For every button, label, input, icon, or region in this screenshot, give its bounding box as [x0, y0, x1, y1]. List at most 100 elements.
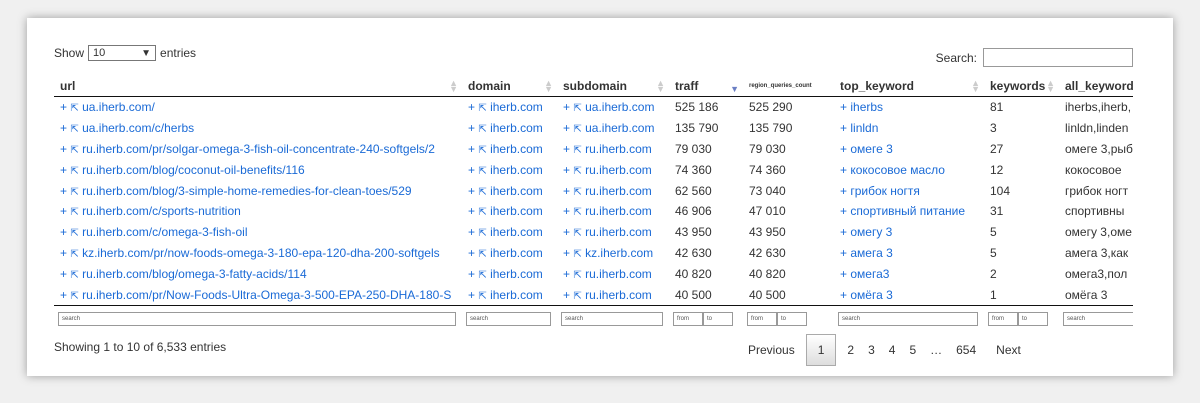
page-button[interactable]: 2 [840, 335, 861, 365]
external-link-icon[interactable]: ⇱ [70, 166, 78, 177]
external-link-icon[interactable]: ⇱ [478, 207, 486, 218]
plus-icon[interactable]: + [468, 246, 475, 260]
plus-icon[interactable]: + [60, 184, 67, 198]
external-link-icon[interactable]: ⇱ [478, 270, 486, 281]
domain-link[interactable]: iherb.com [490, 267, 543, 281]
search-input[interactable] [983, 48, 1133, 67]
external-link-icon[interactable]: ⇱ [478, 103, 486, 114]
domain-link[interactable]: iherb.com [490, 100, 543, 114]
all-keywords-filter-input[interactable]: search [1063, 312, 1133, 327]
column-header-region-queries-count[interactable]: region_queries_count [743, 76, 834, 97]
plus-icon[interactable]: + [60, 121, 67, 135]
plus-icon[interactable]: + [60, 163, 67, 177]
url-link[interactable]: ua.iherb.com/c/herbs [82, 121, 194, 135]
external-link-icon[interactable]: ⇱ [70, 187, 78, 198]
top-keyword-filter-input[interactable]: search [838, 312, 978, 327]
external-link-icon[interactable]: ⇱ [478, 166, 486, 177]
external-link-icon[interactable]: ⇱ [478, 187, 486, 198]
external-link-icon[interactable]: ⇱ [573, 145, 581, 156]
external-link-icon[interactable]: ⇱ [478, 145, 486, 156]
top-keyword-link[interactable]: iherbs [850, 100, 883, 114]
external-link-icon[interactable]: ⇱ [573, 187, 581, 198]
plus-icon[interactable]: + [468, 100, 475, 114]
external-link-icon[interactable]: ⇱ [70, 249, 78, 260]
column-header-top-keyword[interactable]: top_keyword ▲ ▼ [834, 76, 984, 97]
plus-icon[interactable]: + [563, 100, 570, 114]
plus-icon[interactable]: + [468, 121, 475, 135]
plus-icon[interactable]: + [468, 163, 475, 177]
entries-select[interactable]: 10 ▼ [88, 45, 157, 61]
domain-link[interactable]: iherb.com [490, 288, 543, 302]
external-link-icon[interactable]: ⇱ [70, 291, 78, 302]
page-button[interactable]: 3 [861, 335, 882, 365]
column-header-traff[interactable]: traff ▼ [669, 76, 743, 97]
url-filter-input[interactable]: search [58, 312, 456, 327]
url-link[interactable]: ru.iherb.com/c/sports-nutrition [82, 204, 241, 218]
top-keyword-link[interactable]: спортивный питание [850, 204, 965, 218]
external-link-icon[interactable]: ⇱ [70, 207, 78, 218]
plus-icon[interactable]: + [840, 100, 847, 114]
plus-icon[interactable]: + [563, 163, 570, 177]
external-link-icon[interactable]: ⇱ [70, 124, 78, 135]
plus-icon[interactable]: + [840, 267, 847, 281]
external-link-icon[interactable]: ⇱ [70, 145, 78, 156]
domain-link[interactable]: iherb.com [490, 121, 543, 135]
domain-link[interactable]: iherb.com [490, 225, 543, 239]
external-link-icon[interactable]: ⇱ [70, 228, 78, 239]
domain-link[interactable]: iherb.com [490, 163, 543, 177]
external-link-icon[interactable]: ⇱ [573, 291, 581, 302]
column-header-all-keywords[interactable]: all_keywords [1059, 76, 1133, 97]
subdomain-link[interactable]: ru.iherb.com [585, 163, 652, 177]
external-link-icon[interactable]: ⇱ [573, 103, 581, 114]
domain-link[interactable]: iherb.com [490, 184, 543, 198]
subdomain-link[interactable]: ru.iherb.com [585, 225, 652, 239]
previous-button[interactable]: Previous [741, 335, 802, 365]
url-link[interactable]: kz.iherb.com/pr/now-foods-omega-3-180-ep… [82, 246, 440, 260]
subdomain-link[interactable]: kz.iherb.com [585, 246, 653, 260]
keywords-from-input[interactable]: from [988, 312, 1018, 327]
plus-icon[interactable]: + [60, 142, 67, 156]
plus-icon[interactable]: + [468, 142, 475, 156]
plus-icon[interactable]: + [563, 184, 570, 198]
subdomain-link[interactable]: ru.iherb.com [585, 184, 652, 198]
plus-icon[interactable]: + [563, 204, 570, 218]
plus-icon[interactable]: + [468, 267, 475, 281]
plus-icon[interactable]: + [60, 246, 67, 260]
plus-icon[interactable]: + [840, 204, 847, 218]
subdomain-link[interactable]: ua.iherb.com [585, 121, 654, 135]
subdomain-link[interactable]: ru.iherb.com [585, 288, 652, 302]
page-button[interactable]: 5 [902, 335, 923, 365]
plus-icon[interactable]: + [840, 163, 847, 177]
top-keyword-link[interactable]: омеге 3 [850, 142, 892, 156]
next-button[interactable]: Next [989, 335, 1028, 365]
url-link[interactable]: ru.iherb.com/blog/omega-3-fatty-acids/11… [82, 267, 307, 281]
page-button-current[interactable]: 1 [805, 334, 837, 366]
domain-link[interactable]: iherb.com [490, 204, 543, 218]
plus-icon[interactable]: + [563, 225, 570, 239]
traff-from-input[interactable]: from [673, 312, 703, 327]
subdomain-filter-input[interactable]: search [561, 312, 663, 327]
subdomain-link[interactable]: ru.iherb.com [585, 267, 652, 281]
external-link-icon[interactable]: ⇱ [70, 103, 78, 114]
column-header-subdomain[interactable]: subdomain ▲ ▼ [557, 76, 669, 97]
url-link[interactable]: ru.iherb.com/c/omega-3-fish-oil [82, 225, 247, 239]
url-link[interactable]: ru.iherb.com/pr/Now-Foods-Ultra-Omega-3-… [82, 288, 451, 302]
external-link-icon[interactable]: ⇱ [573, 207, 581, 218]
external-link-icon[interactable]: ⇱ [478, 124, 486, 135]
top-keyword-link[interactable]: грибок ногтя [850, 184, 920, 198]
external-link-icon[interactable]: ⇱ [573, 124, 581, 135]
external-link-icon[interactable]: ⇱ [573, 270, 581, 281]
column-header-keywords[interactable]: keywords ▲ ▼ [984, 76, 1059, 97]
traff-to-input[interactable]: to [703, 312, 733, 327]
plus-icon[interactable]: + [563, 246, 570, 260]
plus-icon[interactable]: + [563, 267, 570, 281]
plus-icon[interactable]: + [60, 100, 67, 114]
plus-icon[interactable]: + [563, 121, 570, 135]
top-keyword-link[interactable]: омёга 3 [850, 288, 892, 302]
domain-link[interactable]: iherb.com [490, 142, 543, 156]
column-header-url[interactable]: url ▲ ▼ [54, 76, 462, 97]
subdomain-link[interactable]: ru.iherb.com [585, 204, 652, 218]
top-keyword-link[interactable]: омегу 3 [850, 225, 892, 239]
plus-icon[interactable]: + [60, 288, 67, 302]
plus-icon[interactable]: + [840, 184, 847, 198]
